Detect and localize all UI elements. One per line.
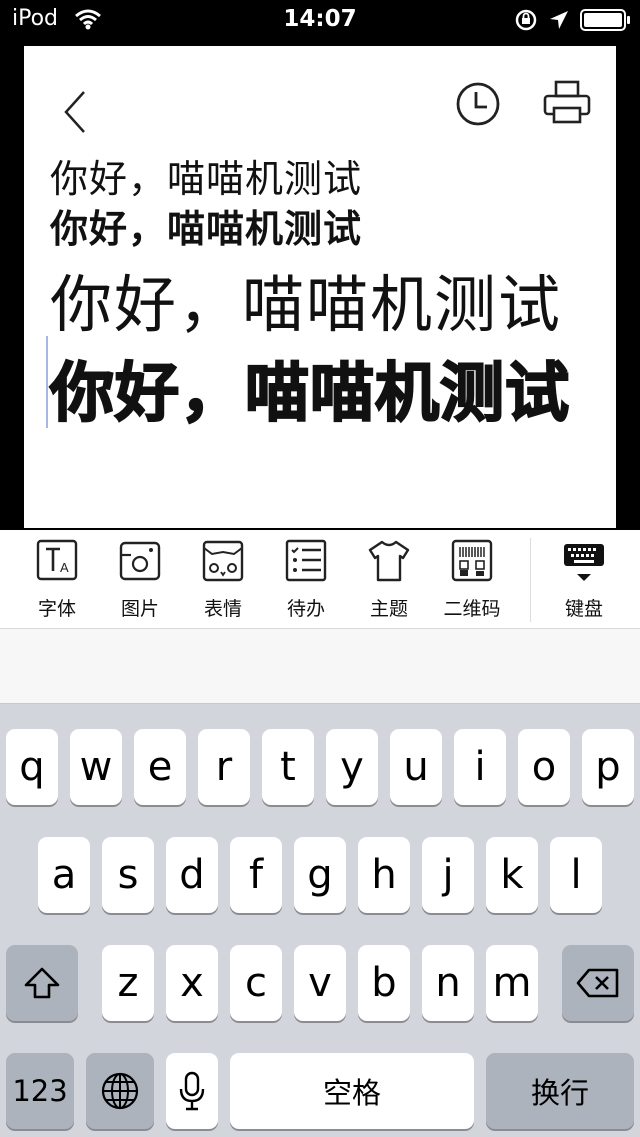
font-button[interactable]: A 字体	[21, 530, 93, 628]
key-t[interactable]: t	[262, 729, 314, 805]
keyboard-label: 键盘	[564, 598, 603, 620]
todo-list-icon	[285, 539, 327, 582]
input-accessory-area	[0, 629, 640, 703]
key-d[interactable]: d	[166, 837, 218, 913]
theme-button[interactable]: 主题	[353, 530, 425, 628]
clock-label: 14:07	[283, 6, 357, 32]
delete-key[interactable]	[562, 945, 634, 1021]
emoji-cat-icon	[202, 540, 244, 582]
key-n[interactable]: n	[422, 945, 474, 1021]
key-c[interactable]: c	[230, 945, 282, 1021]
image-button[interactable]: 图片	[104, 530, 176, 628]
key-x[interactable]: x	[166, 945, 218, 1021]
note-line[interactable]: 你好，喵喵机测试	[50, 148, 362, 203]
key-i[interactable]: i	[454, 729, 506, 805]
tshirt-theme-icon	[368, 540, 410, 582]
microphone-icon	[179, 1071, 205, 1111]
key-b[interactable]: b	[358, 945, 410, 1021]
editor-toolbar: A 字体 图片 表情 待办 主题 二维码 键盘	[0, 530, 640, 629]
theme-label: 主题	[369, 598, 408, 620]
toolbar-divider	[530, 538, 531, 622]
key-o[interactable]: o	[518, 729, 570, 805]
key-j[interactable]: j	[422, 837, 474, 913]
key-q[interactable]: q	[6, 729, 58, 805]
key-k[interactable]: k	[486, 837, 538, 913]
qrcode-icon	[451, 539, 493, 582]
todo-label: 待办	[286, 598, 325, 620]
key-z[interactable]: z	[102, 945, 154, 1021]
globe-key[interactable]	[86, 1053, 154, 1129]
history-clock-icon[interactable]	[454, 80, 502, 128]
key-h[interactable]: h	[358, 837, 410, 913]
key-f[interactable]: f	[230, 837, 282, 913]
print-icon[interactable]	[542, 80, 592, 128]
image-icon	[119, 541, 161, 581]
numbers-key[interactable]: 123	[6, 1053, 74, 1129]
location-arrow-icon	[550, 11, 568, 29]
space-key[interactable]: 空格	[230, 1053, 474, 1129]
dictation-key[interactable]	[166, 1053, 218, 1129]
image-label: 图片	[120, 598, 159, 620]
key-m[interactable]: m	[486, 945, 538, 1021]
key-y[interactable]: y	[326, 729, 378, 805]
key-p[interactable]: p	[582, 729, 634, 805]
battery-icon	[580, 9, 630, 31]
qrcode-label: 二维码	[443, 598, 501, 620]
key-r[interactable]: r	[198, 729, 250, 805]
text-cursor	[46, 336, 48, 428]
key-l[interactable]: l	[550, 837, 602, 913]
font-label: 字体	[37, 598, 76, 620]
keyboard: q w e r t y u i o p a s d f g h j k l z …	[0, 703, 640, 1137]
key-g[interactable]: g	[294, 837, 346, 913]
keyboard-hide-icon	[564, 544, 604, 581]
svg-text:A: A	[60, 560, 69, 575]
emoji-button[interactable]: 表情	[187, 530, 259, 628]
globe-icon	[101, 1072, 139, 1110]
note-line[interactable]: 你好，喵喵机测试	[49, 342, 570, 434]
todo-button[interactable]: 待办	[270, 530, 342, 628]
key-w[interactable]: w	[70, 729, 122, 805]
qrcode-button[interactable]: 二维码	[436, 530, 508, 628]
backspace-icon	[576, 968, 619, 998]
status-bar: iPod 14:07	[0, 0, 640, 40]
rotation-lock-icon	[515, 9, 537, 31]
back-chevron-icon[interactable]	[48, 82, 98, 138]
emoji-label: 表情	[203, 598, 242, 620]
key-v[interactable]: v	[294, 945, 346, 1021]
note-paper[interactable]: 你好，喵喵机测试 你好，喵喵机测试 你好，喵喵机测试 你好，喵喵机测试	[24, 46, 616, 528]
keyboard-toggle-button[interactable]: 键盘	[548, 530, 620, 628]
note-line[interactable]: 你好，喵喵机测试	[50, 254, 562, 344]
key-a[interactable]: a	[38, 837, 90, 913]
shift-key[interactable]	[6, 945, 78, 1021]
note-line[interactable]: 你好，喵喵机测试	[50, 198, 362, 253]
key-s[interactable]: s	[102, 837, 154, 913]
return-key[interactable]: 换行	[486, 1053, 634, 1129]
key-e[interactable]: e	[134, 729, 186, 805]
key-u[interactable]: u	[390, 729, 442, 805]
font-icon: A	[36, 539, 78, 581]
shift-arrow-icon	[24, 967, 60, 999]
